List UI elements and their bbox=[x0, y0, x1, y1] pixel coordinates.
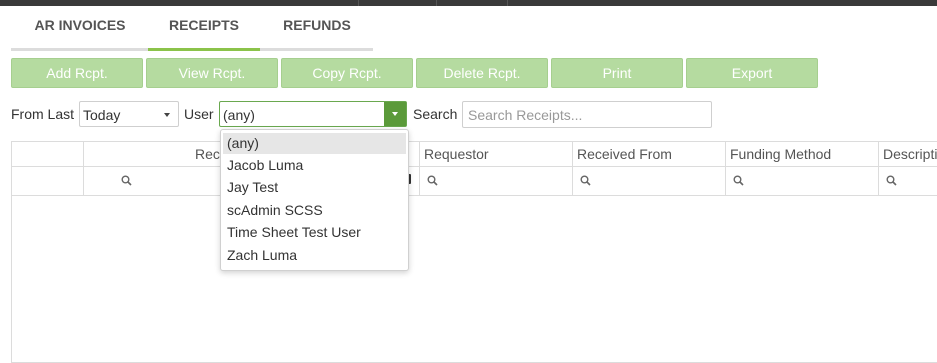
tab-ar-invoices[interactable]: AR INVOICES bbox=[23, 6, 137, 45]
search-label: Search bbox=[413, 106, 458, 122]
column-label: Requestor bbox=[424, 146, 489, 162]
chevron-down-icon bbox=[164, 113, 170, 117]
from-last-select[interactable]: Today bbox=[79, 101, 179, 127]
grid-filter-cell bbox=[12, 167, 84, 195]
tab-refunds[interactable]: REFUNDS bbox=[273, 6, 361, 45]
from-last-value: Today bbox=[83, 107, 121, 123]
grid-header-select-column bbox=[12, 142, 84, 166]
column-label: Received From bbox=[577, 146, 672, 162]
magnifier-icon bbox=[733, 175, 744, 186]
grid-header-received-from[interactable]: Received From bbox=[573, 142, 726, 166]
magnifier-icon bbox=[427, 175, 438, 186]
user-option[interactable]: Jacob Luma bbox=[223, 155, 406, 176]
user-dropdown-list: (any) Jacob Luma Jay Test scAdmin SCSS T… bbox=[220, 129, 409, 271]
grid-header-row: Rece Requestor Received From Funding Met… bbox=[12, 142, 937, 167]
magnifier-icon bbox=[580, 175, 591, 186]
grid-filter-cell-requestor[interactable] bbox=[420, 167, 573, 195]
user-select[interactable]: (any) bbox=[219, 101, 407, 127]
grid-header-description[interactable]: Descriptio bbox=[879, 142, 937, 166]
user-option[interactable]: Zach Luma bbox=[223, 245, 406, 266]
magnifier-icon bbox=[886, 175, 897, 186]
search-input[interactable] bbox=[462, 101, 712, 128]
tab-bar: AR INVOICES RECEIPTS REFUNDS bbox=[11, 6, 373, 51]
grid-filter-cell-funding-method[interactable] bbox=[726, 167, 879, 195]
grid-header-funding-method[interactable]: Funding Method bbox=[726, 142, 879, 166]
user-value: (any) bbox=[223, 107, 255, 123]
export-button[interactable]: Export bbox=[686, 58, 818, 88]
column-label: Funding Method bbox=[730, 146, 832, 162]
copy-receipt-button[interactable]: Copy Rcpt. bbox=[281, 58, 413, 88]
user-dropdown-button[interactable] bbox=[384, 102, 406, 126]
add-receipt-button[interactable]: Add Rcpt. bbox=[11, 58, 143, 88]
grid-filter-cell-description[interactable] bbox=[879, 167, 937, 195]
view-receipt-button[interactable]: View Rcpt. bbox=[146, 58, 278, 88]
user-option[interactable]: scAdmin SCSS bbox=[223, 200, 406, 221]
receipts-grid: Rece Requestor Received From Funding Met… bbox=[11, 141, 937, 363]
user-option[interactable]: (any) bbox=[223, 133, 406, 154]
print-button[interactable]: Print bbox=[551, 58, 683, 88]
active-tab-indicator bbox=[148, 48, 260, 51]
top-bar-divider bbox=[436, 0, 437, 6]
from-last-label: From Last bbox=[11, 106, 75, 122]
grid-filter-row bbox=[12, 167, 937, 196]
column-label: Descriptio bbox=[883, 146, 937, 162]
grid-header-requestor[interactable]: Requestor bbox=[420, 142, 573, 166]
top-bar-divider bbox=[507, 0, 508, 6]
grid-filter-cell-received-from[interactable] bbox=[573, 167, 726, 195]
user-option[interactable]: Time Sheet Test User bbox=[223, 222, 406, 243]
delete-receipt-button[interactable]: Delete Rcpt. bbox=[416, 58, 548, 88]
chevron-down-icon bbox=[392, 112, 398, 116]
grid-body bbox=[12, 196, 937, 362]
user-label: User bbox=[184, 106, 214, 122]
magnifier-icon bbox=[121, 175, 132, 186]
tab-receipts[interactable]: RECEIPTS bbox=[148, 6, 260, 45]
user-option[interactable]: Jay Test bbox=[223, 177, 406, 198]
